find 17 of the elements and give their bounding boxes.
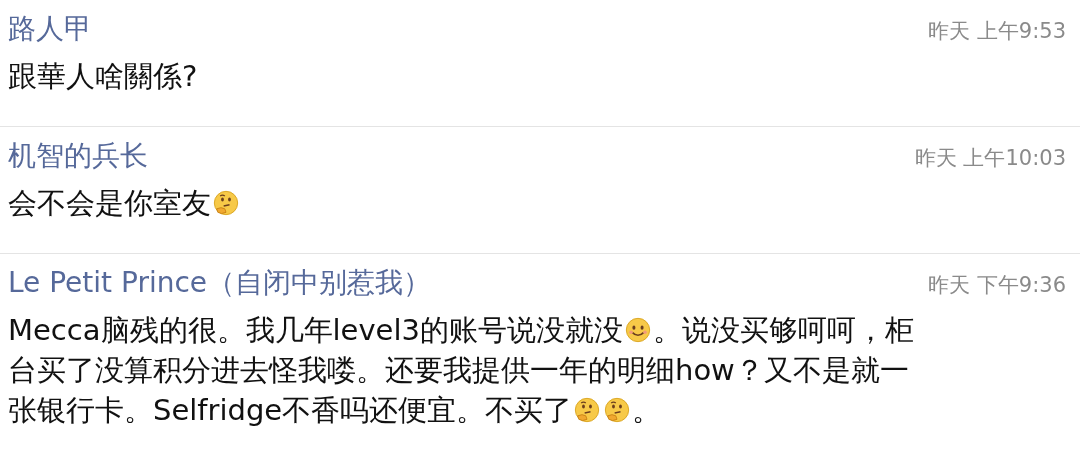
author-name[interactable]: Le Petit Prince（自闭中别惹我）: [8, 264, 432, 302]
thinking-face-icon: [603, 396, 632, 424]
timestamp: 昨天 下午9:36: [928, 272, 1066, 299]
comment-text: 会不会是你室友: [8, 185, 211, 222]
comment-text: 。: [632, 392, 662, 429]
thinking-face-icon: [573, 396, 602, 424]
timestamp: 昨天 上午10:03: [914, 145, 1066, 172]
comment-text: Mecca脑残的很。我几年level3的账号说没就没: [8, 312, 623, 349]
timestamp: 昨天 上午9:53: [928, 18, 1066, 45]
comment-text: 台买了没算积分进去怪我喽。还要我提供一年的明细how？又不是就一: [8, 352, 909, 389]
thinking-face-icon: [212, 189, 240, 217]
comment-text: 跟華人啥關係?: [8, 58, 198, 95]
comment-text: 。说没买够呵呵，柜: [652, 312, 914, 349]
author-name[interactable]: 机智的兵长: [8, 137, 148, 175]
author-name[interactable]: 路人甲: [8, 10, 92, 48]
smiling-face-icon: [623, 316, 652, 344]
comment-text: 张银行卡。Selfridge不香吗还便宜。不买了: [8, 392, 573, 429]
